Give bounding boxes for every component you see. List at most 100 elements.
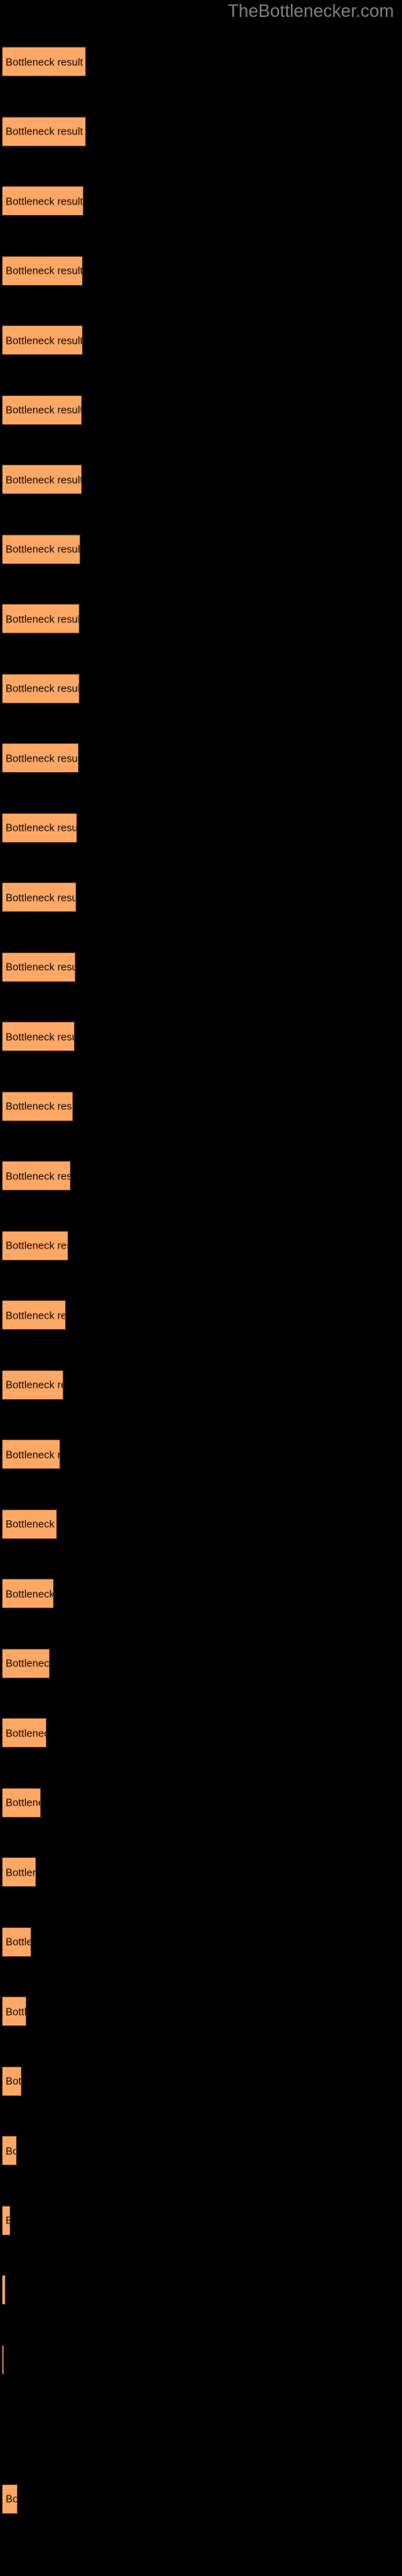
bar-row: Bottleneck result bbox=[0, 952, 402, 982]
bar-row: Bottleneck result bbox=[0, 1439, 402, 1469]
bar-label: Bottleneck result bbox=[6, 195, 84, 207]
bar-row: Bottleneck result bbox=[0, 812, 402, 843]
bar-label: Bottleneck result bbox=[6, 2145, 16, 2157]
bar-bottleneck-result: Bottleneck result bbox=[2, 604, 80, 634]
bar-row: Bottleneck result bbox=[0, 673, 402, 704]
bar-row: Bottleneck result bbox=[0, 255, 402, 286]
bar-row: Bottleneck result bbox=[0, 1857, 402, 1887]
bar-label: Bottleneck result bbox=[6, 960, 76, 973]
bar-row: Bottleneck result bbox=[0, 534, 402, 564]
bar-row: Bottleneck result bbox=[0, 604, 402, 634]
bar-label: Bottleneck result bbox=[6, 264, 83, 277]
bar-bottleneck-result: Bottleneck result bbox=[2, 2066, 22, 2096]
page-title: TheBottlenecker.com bbox=[228, 1, 394, 21]
bar-label: Bottleneck result bbox=[6, 1517, 56, 1530]
bottleneck-chart: TheBottlenecker.com Bottleneck result Bot… bbox=[0, 0, 402, 2576]
bar-label: Bottleneck result bbox=[6, 1030, 74, 1042]
bar-label: Bottleneck result bbox=[6, 1170, 71, 1182]
bar-row: Bottleneck result bbox=[0, 186, 402, 216]
bar-label: Bottleneck result bbox=[6, 2215, 10, 2227]
bar-row: Bottleneck result bbox=[0, 1579, 402, 1608]
bar-bottleneck-result: Bottleneck result bbox=[2, 2275, 6, 2305]
bar-row: Bottleneck result bbox=[0, 116, 402, 147]
bar-bottleneck-result: Bottleneck result bbox=[2, 116, 86, 147]
bar-label: Bottleneck result bbox=[6, 1448, 59, 1460]
bar-row: Bottleneck result bbox=[0, 2344, 402, 2375]
bar-bottleneck-result: Bottleneck result bbox=[2, 1509, 57, 1539]
bar-label: Bottleneck result bbox=[6, 543, 80, 555]
bar-label: Bottleneck result bbox=[6, 891, 76, 903]
bar-bottleneck-result: Bottleneck result bbox=[2, 812, 77, 843]
bar-row: Bottleneck result bbox=[0, 2205, 402, 2235]
bar-row: Bottleneck result bbox=[0, 1022, 402, 1051]
bar-row: Bottleneck result bbox=[0, 1091, 402, 1121]
bar-bottleneck-result: Bottleneck result bbox=[2, 952, 76, 982]
bar-row: Bottleneck result bbox=[0, 1787, 402, 1818]
bar-row: Bottleneck result bbox=[0, 882, 402, 912]
bar-label: Bottleneck result bbox=[6, 1100, 72, 1113]
bar-row: Bottleneck result bbox=[0, 1648, 402, 1678]
bar-label: Bottleneck result bbox=[6, 613, 80, 625]
bar-bottleneck-result: Bottleneck result bbox=[2, 1369, 64, 1400]
bar-bottleneck-result: Bottleneck result bbox=[2, 1718, 47, 1748]
bar-row: Bottleneck result bbox=[0, 1509, 402, 1539]
bar-label: Bottleneck result bbox=[6, 1727, 46, 1739]
bar-bottleneck-result: Bottleneck result bbox=[2, 1787, 41, 1818]
bar-row: Bottleneck result bbox=[0, 1718, 402, 1748]
bar-bottleneck-result: Bottleneck result bbox=[2, 1300, 66, 1330]
bar-row: Bottleneck result bbox=[0, 2483, 402, 2514]
bar-row: Bottleneck result bbox=[0, 325, 402, 355]
bar-label: Bottleneck result bbox=[6, 403, 82, 416]
bar-row: Bottleneck result bbox=[0, 1369, 402, 1400]
bar-row: Bottleneck result bbox=[0, 464, 402, 494]
bar-label: Bottleneck result bbox=[6, 1935, 31, 1948]
bar-label: Bottleneck result bbox=[6, 682, 80, 695]
bar-bottleneck-result: Bottleneck result bbox=[2, 2136, 17, 2165]
bar-label: Bottleneck result bbox=[6, 473, 82, 485]
bar-row bbox=[0, 2414, 402, 2444]
bar-row: Bottleneck result bbox=[0, 1300, 402, 1330]
bar-label: Bottleneck result bbox=[6, 1587, 54, 1600]
bar-label: Bottleneck result bbox=[6, 1866, 35, 1878]
bar-bottleneck-result: Bottleneck result bbox=[2, 464, 82, 494]
bar-bottleneck-result: Bottleneck result bbox=[2, 1926, 31, 1957]
bar-row: Bottleneck result bbox=[0, 743, 402, 773]
bar-bottleneck-result: Bottleneck result bbox=[2, 1996, 27, 2026]
bar-bottleneck-result: Bottleneck result bbox=[2, 1022, 75, 1051]
bar-label: Bottleneck result bbox=[6, 2492, 18, 2505]
bar-label: Bottleneck result bbox=[6, 2005, 27, 2017]
bar-label: Bottleneck result bbox=[6, 1657, 50, 1670]
bar-bottleneck-result: Bottleneck result bbox=[2, 394, 82, 425]
bar-label: Bottleneck result bbox=[6, 752, 79, 764]
bar-label: Bottleneck result bbox=[6, 334, 83, 346]
bar-row: Bottleneck result bbox=[0, 2275, 402, 2305]
bar-label: Bottleneck result bbox=[6, 1378, 63, 1391]
bar-bottleneck-result: Bottleneck result bbox=[2, 1648, 50, 1678]
bar-bottleneck-result: Bottleneck result bbox=[2, 1161, 71, 1191]
bar-bottleneck-result: Bottleneck result bbox=[2, 47, 86, 76]
bar-bottleneck-result: Bottleneck result bbox=[2, 673, 80, 704]
bar-bottleneck-result: Bottleneck result bbox=[2, 2205, 10, 2235]
bar-row: Bottleneck result bbox=[0, 1926, 402, 1957]
bar-bottleneck-result: Bottleneck result bbox=[2, 255, 83, 286]
bar-label: Bottleneck result bbox=[6, 56, 84, 68]
bar-row: Bottleneck result bbox=[0, 2136, 402, 2165]
bar-label: Bottleneck result bbox=[6, 125, 84, 138]
bar-bottleneck-result: Bottleneck result bbox=[2, 2483, 18, 2514]
bar-row: Bottleneck result bbox=[0, 1161, 402, 1191]
bar-bottleneck-result: Bottleneck result bbox=[2, 743, 79, 773]
bar-label: Bottleneck result bbox=[6, 1309, 65, 1321]
bar-row: Bottleneck result bbox=[0, 2066, 402, 2096]
bar-bottleneck-result: Bottleneck result bbox=[2, 534, 80, 564]
bar-row: Bottleneck result bbox=[0, 1996, 402, 2026]
bar-label: Bottleneck result bbox=[6, 2074, 22, 2087]
bar-row: Bottleneck result bbox=[0, 1230, 402, 1261]
bar-label: Bottleneck result bbox=[6, 1239, 68, 1252]
bar-bottleneck-result: Bottleneck result bbox=[2, 325, 83, 355]
bar-label: Bottleneck result bbox=[6, 1796, 40, 1809]
bar-bottleneck-result: Bottleneck result bbox=[2, 186, 84, 216]
bar-label: Bottleneck result bbox=[6, 821, 77, 834]
bar-bottleneck-result: Bottleneck result bbox=[2, 1857, 36, 1887]
bar-row: Bottleneck result bbox=[0, 47, 402, 76]
bar-bottleneck-result: Bottleneck result bbox=[2, 1439, 60, 1469]
